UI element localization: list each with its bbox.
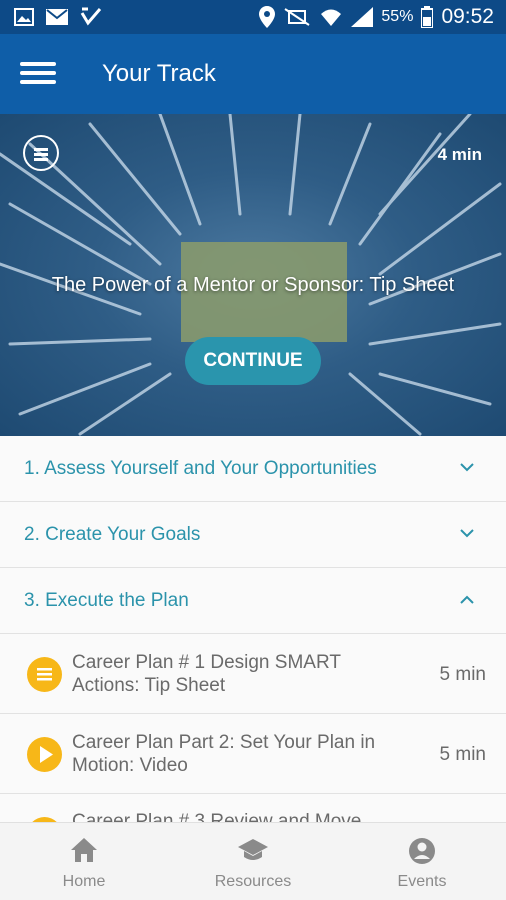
list-item[interactable]: Career Plan # 1 Design SMART Actions: Ti… [0, 634, 506, 714]
home-icon [71, 838, 97, 862]
section-execute-plan[interactable]: 3. Execute the Plan [0, 568, 506, 634]
nav-label: Events [397, 873, 447, 890]
battery-icon [421, 6, 434, 28]
hero-duration: 4 min [437, 145, 482, 164]
section-label: 1. Assess Yourself and Your Opportunitie… [24, 458, 377, 479]
list-item[interactable]: Career Plan Part 2: Set Your Plan in Mot… [0, 714, 506, 794]
chevron-down-icon[interactable] [460, 529, 474, 538]
account-icon [409, 838, 435, 864]
item-title: Career Plan Part 2: Set Your Plan in Mot… [72, 732, 376, 776]
graduation-cap-icon [238, 839, 268, 860]
nav-label: Home [62, 873, 106, 890]
gallery-icon [14, 8, 34, 26]
document-icon [23, 135, 59, 171]
chevron-up-icon[interactable] [460, 595, 474, 604]
app-bar: Your Track [0, 34, 506, 114]
location-icon [259, 6, 276, 28]
nav-label: Resources [214, 873, 292, 890]
item-duration: 5 min [439, 664, 486, 685]
continue-button[interactable]: CONTINUE [185, 337, 321, 385]
wifi-icon [321, 9, 342, 26]
mail-icon [46, 9, 68, 25]
signal-icon [351, 7, 374, 27]
nav-home[interactable]: Home [0, 823, 168, 900]
nav-events[interactable]: Events [338, 823, 506, 900]
hero-title: The Power of a Mentor or Sponsor: Tip Sh… [51, 274, 455, 296]
battery-percent: 55% [381, 8, 414, 25]
hamburger-menu-icon[interactable] [20, 62, 58, 86]
item-title: Career Plan # 1 Design SMART Actions: Ti… [72, 652, 341, 696]
section-label: 2. Create Your Goals [24, 524, 201, 545]
chevron-down-icon[interactable] [460, 463, 474, 472]
featured-content-hero[interactable]: 4 min The Power of a Mentor or Sponsor: … [0, 114, 506, 436]
mute-icon [284, 8, 310, 26]
play-icon [27, 737, 62, 772]
section-label: 3. Execute the Plan [24, 590, 189, 611]
section-create-goals[interactable]: 2. Create Your Goals [0, 502, 506, 568]
page-title: Your Track [102, 60, 216, 87]
document-icon [27, 657, 62, 692]
item-duration: 5 min [439, 744, 486, 765]
check-icon [80, 7, 102, 26]
clock: 09:52 [441, 5, 494, 28]
status-bar: 55% 09:52 [0, 0, 506, 34]
section-assess-yourself[interactable]: 1. Assess Yourself and Your Opportunitie… [0, 436, 506, 502]
nav-resources[interactable]: Resources [169, 823, 337, 900]
bottom-navigation: Home Resources Events [0, 822, 506, 900]
